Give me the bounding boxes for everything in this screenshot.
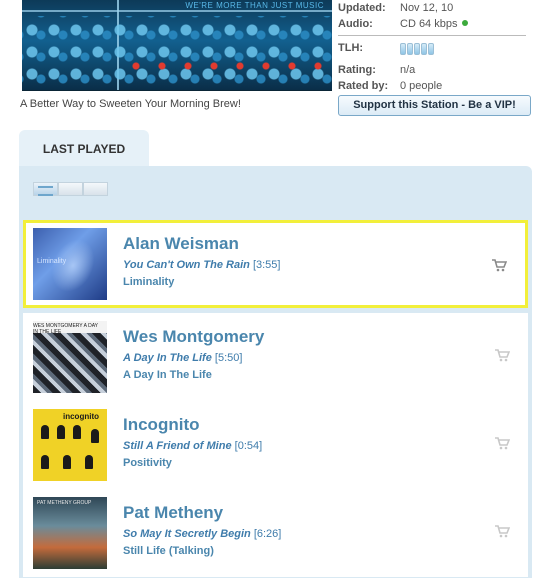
- track-artist[interactable]: Alan Weisman: [123, 234, 239, 254]
- mixing-board-knobs: [22, 16, 332, 90]
- info-separator: [338, 35, 526, 36]
- track-title-line: A Day In The Life [5:50]: [123, 352, 242, 364]
- track-title[interactable]: You Can't Own The Rain: [123, 259, 250, 271]
- track-title[interactable]: A Day In The Life: [123, 352, 212, 364]
- last-played-panel: LAST PLAYED Liminality Alan Weisman You …: [16, 128, 532, 578]
- track-artist[interactable]: Pat Metheny: [123, 503, 223, 523]
- album-art: incognito: [33, 409, 107, 481]
- album-art-text: incognito: [63, 412, 99, 421]
- rated-by-row: Rated by: 0 people: [338, 78, 528, 94]
- album-art-text: WES MONTGOMERY A DAY IN THE LIFE: [33, 323, 98, 335]
- updated-value: Nov 12, 10: [400, 2, 454, 14]
- album-art-text: Liminality: [37, 258, 67, 265]
- last-played-list: Liminality Alan Weisman You Can't Own Th…: [19, 166, 532, 578]
- mixing-board-lights: [132, 62, 332, 72]
- updated-label: Updated:: [338, 2, 386, 14]
- banner-line: [22, 10, 332, 12]
- station-caption: A Better Way to Sweeten Your Morning Bre…: [20, 98, 241, 110]
- tlh-meter-icon: [400, 43, 434, 62]
- shopping-cart-icon[interactable]: [494, 436, 510, 450]
- track-artist[interactable]: Incognito: [123, 415, 199, 435]
- track-duration: [0:54]: [234, 440, 263, 452]
- track-title[interactable]: So May It Secretly Begin: [123, 528, 251, 540]
- track-artist[interactable]: Wes Montgomery: [123, 327, 264, 347]
- shopping-cart-icon[interactable]: [491, 258, 507, 272]
- track-album[interactable]: Positivity: [123, 457, 172, 469]
- rating-value: n/a: [400, 64, 416, 76]
- album-art-text: PAT METHENY GROUP: [37, 500, 92, 506]
- audio-label: Audio:: [338, 18, 373, 30]
- view-toggle: [33, 182, 108, 196]
- track-item[interactable]: incognito Incognito Still A Friend of Mi…: [23, 401, 528, 489]
- rating-label: Rating:: [338, 64, 376, 76]
- shopping-cart-icon[interactable]: [494, 348, 510, 362]
- album-art: Liminality: [33, 228, 107, 300]
- track-title-line: Still A Friend of Mine [0:54]: [123, 440, 262, 452]
- audio-value: CD 64 kbps: [400, 18, 458, 30]
- list-view-icon[interactable]: [33, 182, 58, 196]
- rated-by-value: 0 people: [400, 80, 443, 92]
- track-album[interactable]: A Day In The Life: [123, 369, 212, 381]
- support-vip-button[interactable]: Support this Station - Be a VIP!: [338, 95, 531, 116]
- audio-row: Audio: CD 64 kbps: [338, 16, 528, 32]
- track-title-line: So May It Secretly Begin [6:26]: [123, 528, 281, 540]
- track-duration: [5:50]: [214, 352, 243, 364]
- track-title[interactable]: Still A Friend of Mine: [123, 440, 232, 452]
- status-dot-icon: [462, 20, 469, 26]
- compact-view-icon[interactable]: [83, 182, 108, 196]
- rated-by-label: Rated by:: [338, 80, 389, 92]
- station-info: Updated: Nov 12, 10 Audio: CD 64 kbps TL…: [338, 0, 528, 94]
- audio-value-wrap: CD 64 kbps: [400, 16, 469, 32]
- station-banner-image: WE'RE MORE THAN JUST MUSIC: [22, 0, 332, 91]
- track-duration: [3:55]: [252, 259, 281, 271]
- album-art: PAT METHENY GROUP: [33, 497, 107, 569]
- tab-last-played[interactable]: LAST PLAYED: [19, 130, 149, 168]
- track-duration: [6:26]: [253, 528, 282, 540]
- rating-row: Rating: n/a: [338, 62, 528, 78]
- grid-view-icon[interactable]: [58, 182, 83, 196]
- track-item[interactable]: WES MONTGOMERY A DAY IN THE LIFE Wes Mon…: [23, 313, 528, 401]
- album-art: WES MONTGOMERY A DAY IN THE LIFE: [33, 321, 107, 393]
- track-item[interactable]: Liminality Alan Weisman You Can't Own Th…: [23, 220, 528, 308]
- track-album[interactable]: Liminality: [123, 276, 174, 288]
- track-item[interactable]: PAT METHENY GROUP Pat Metheny So May It …: [23, 489, 528, 577]
- shopping-cart-icon[interactable]: [494, 524, 510, 538]
- tlh-label: TLH:: [338, 42, 364, 54]
- tlh-row: TLH:: [338, 40, 528, 62]
- banner-tagline: WE'RE MORE THAN JUST MUSIC: [185, 1, 324, 10]
- track-title-line: You Can't Own The Rain [3:55]: [123, 259, 280, 271]
- track-album[interactable]: Still Life (Talking): [123, 545, 214, 557]
- updated-row: Updated: Nov 12, 10: [338, 0, 528, 16]
